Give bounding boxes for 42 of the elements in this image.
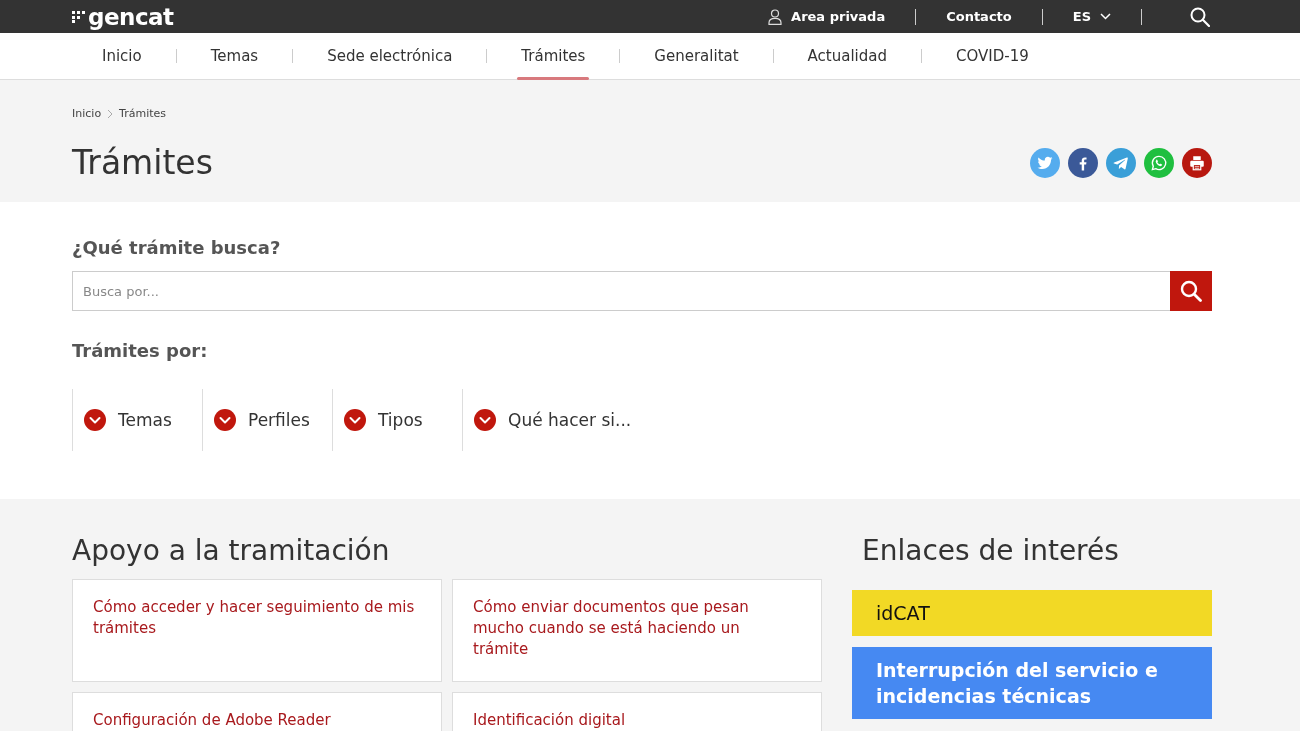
logo-dots-icon bbox=[72, 10, 86, 23]
nav-tab[interactable]: Inicio bbox=[72, 33, 176, 79]
site-logo[interactable]: gencat bbox=[88, 3, 174, 30]
printer-icon[interactable] bbox=[1182, 148, 1212, 178]
language-selector[interactable]: ES bbox=[1072, 7, 1111, 26]
chevron-down-icon bbox=[474, 409, 496, 431]
support-card[interactable]: Identificación digital bbox=[452, 692, 822, 731]
chevron-down-icon bbox=[84, 409, 106, 431]
filter-toggle[interactable]: Tipos bbox=[332, 389, 462, 451]
nav-tab[interactable]: Sede electrónica bbox=[293, 33, 487, 79]
filter-label: Trámites por: bbox=[72, 339, 209, 363]
chevron-down-icon bbox=[344, 409, 366, 431]
private-area-link[interactable]: Area privada bbox=[768, 7, 886, 26]
search-field[interactable]: Busca por... bbox=[72, 271, 1170, 311]
search-icon bbox=[1180, 280, 1202, 302]
chevron-right-icon bbox=[107, 109, 114, 119]
nav-tab[interactable]: Actualidad bbox=[773, 33, 921, 79]
breadcrumb-link[interactable]: Inicio bbox=[72, 107, 102, 121]
top-link[interactable]: Contacto bbox=[946, 7, 1012, 26]
page-title: Trámites bbox=[72, 143, 213, 183]
section-heading: Enlaces de interés bbox=[861, 533, 1120, 569]
support-card[interactable]: Cómo enviar documentos que pesan mucho cuando se está haciendo un trámite bbox=[452, 579, 822, 682]
support-card[interactable]: Cómo acceder y hacer seguimiento de mis trámites bbox=[72, 579, 442, 682]
filter-toggle[interactable]: Temas bbox=[72, 389, 202, 451]
letter-f-icon[interactable] bbox=[1068, 148, 1098, 178]
nav-tab[interactable]: Trámites bbox=[487, 33, 620, 79]
nav-tab[interactable]: Temas bbox=[176, 33, 293, 79]
user-icon bbox=[768, 8, 783, 25]
filter-toggle[interactable]: Qué hacer si... bbox=[462, 389, 642, 451]
search-label: ¿Qué trámite busca? bbox=[72, 236, 282, 260]
paper-plane-icon[interactable] bbox=[1106, 148, 1136, 178]
nav-tab[interactable]: COVID-19 bbox=[922, 33, 1063, 79]
section-heading: Apoyo a la tramitación bbox=[72, 533, 391, 569]
search-icon[interactable] bbox=[1190, 6, 1210, 27]
breadcrumb-link[interactable]: Trámites bbox=[119, 107, 167, 121]
caret-icon bbox=[1100, 13, 1111, 20]
link-block[interactable]: idCAT bbox=[852, 590, 1212, 636]
chevron-down-icon bbox=[214, 409, 236, 431]
search-button[interactable] bbox=[1170, 271, 1212, 311]
support-card[interactable]: Configuración de Adobe Reader bbox=[72, 692, 442, 731]
nav-tab[interactable]: Generalitat bbox=[620, 33, 773, 79]
filter-toggle[interactable]: Perfiles bbox=[202, 389, 332, 451]
